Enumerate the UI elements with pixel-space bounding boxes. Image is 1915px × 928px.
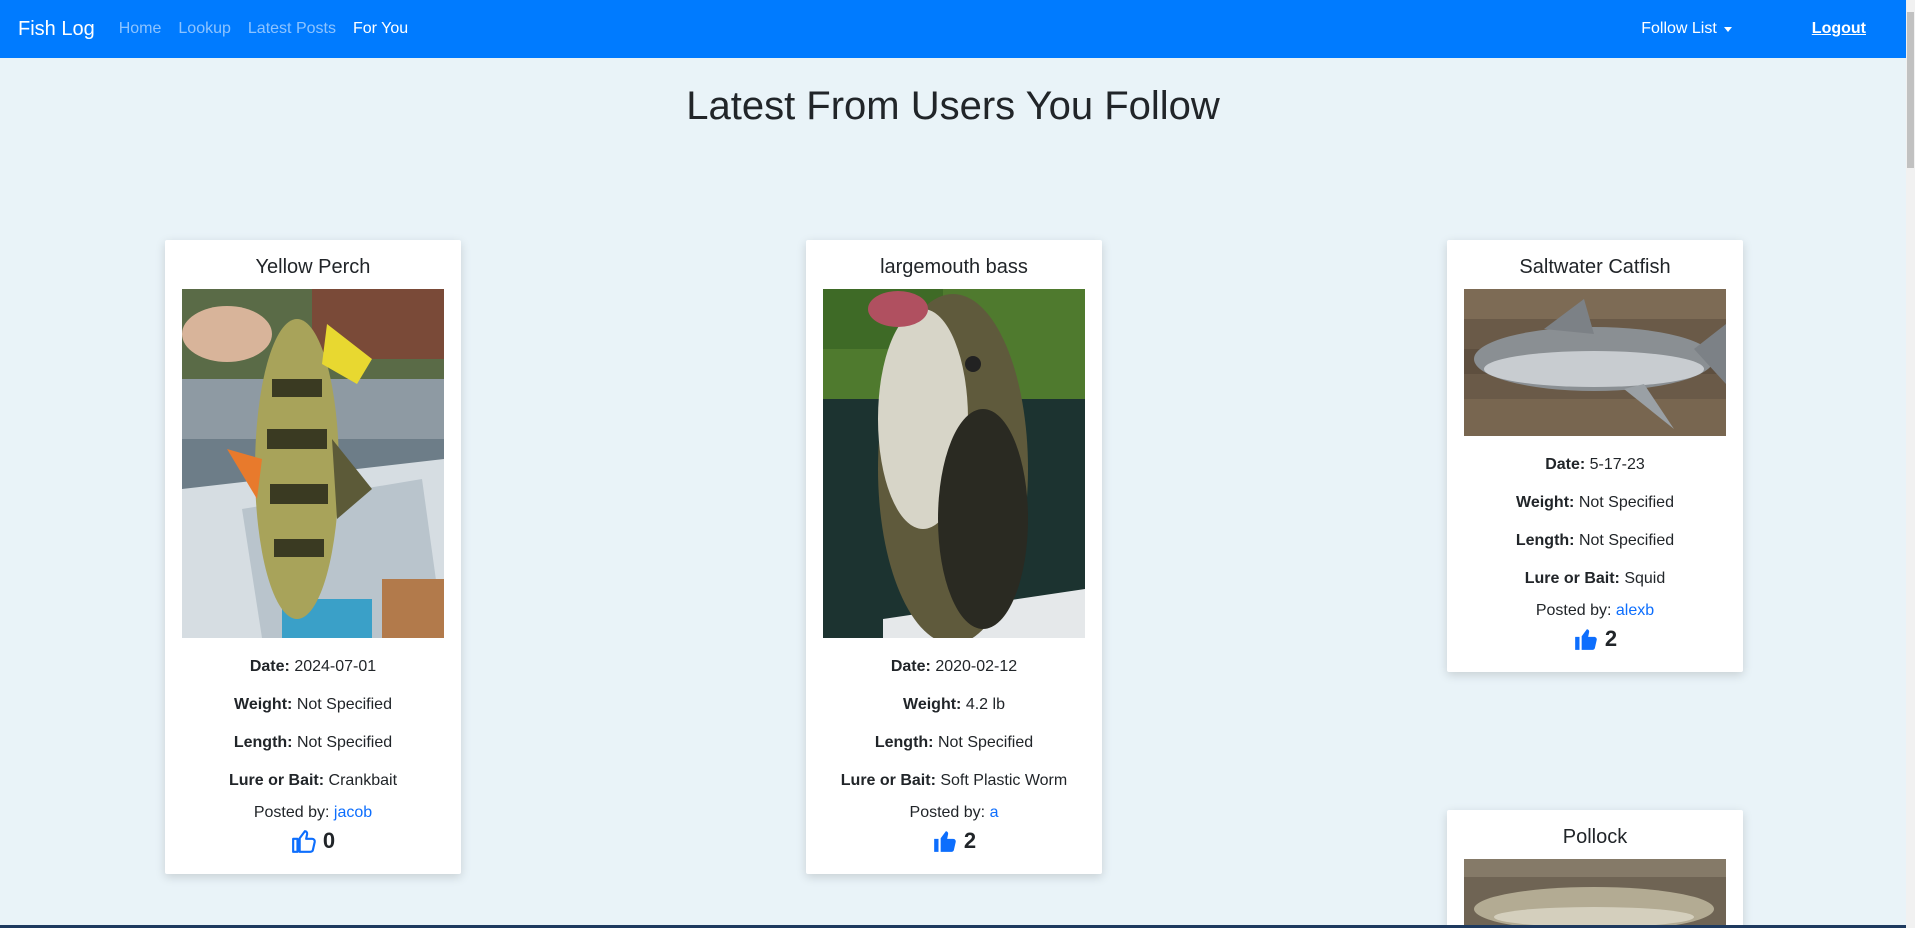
date-field: Date: 2024-07-01: [165, 658, 461, 676]
brand-logo[interactable]: Fish Log: [18, 18, 95, 41]
fish-photo: [823, 289, 1085, 638]
post-card: Saltwater Catfish Date: 5-17-23 Weight: …: [1447, 240, 1743, 672]
card-title: Pollock: [1562, 826, 1628, 848]
like-count: 0: [322, 828, 336, 853]
length-value: Not Specified: [1578, 532, 1675, 549]
weight-field: Weight: 4.2 lb: [806, 696, 1102, 714]
weight-label: Weight:: [234, 696, 293, 713]
nav-right-group: Follow List Logout: [1641, 0, 1906, 58]
card-title: Saltwater Catfish: [1519, 256, 1671, 278]
saltwater-catfish-photo: [1464, 289, 1726, 436]
date-value: 5-17-23: [1589, 456, 1645, 473]
card-title: Yellow Perch: [255, 256, 371, 278]
follow-list-dropdown[interactable]: Follow List: [1641, 20, 1732, 38]
fish-photo: [182, 289, 444, 638]
nav-for-you[interactable]: For You: [353, 20, 408, 38]
posted-by-label: Posted by:: [253, 804, 330, 821]
length-label: Length:: [1515, 532, 1575, 549]
logout-link[interactable]: Logout: [1812, 20, 1866, 38]
weight-value: Not Specified: [1578, 494, 1674, 511]
follow-list-label: Follow List: [1641, 20, 1717, 37]
date-label: Date:: [890, 658, 931, 675]
weight-value: Not Specified: [296, 696, 392, 713]
page-title: Latest From Users You Follow: [686, 84, 1220, 128]
lure-field: Lure or Bait: Soft Plastic Worm: [806, 772, 1102, 790]
length-value: Not Specified: [937, 734, 1034, 751]
yellow-perch-photo: [182, 289, 444, 638]
length-label: Length:: [233, 734, 293, 751]
posted-by-label: Posted by:: [1535, 602, 1612, 619]
user-link[interactable]: jacob: [334, 804, 372, 821]
date-label: Date:: [1545, 456, 1586, 473]
length-field: Length: Not Specified: [806, 734, 1102, 752]
lure-label: Lure or Bait:: [228, 772, 325, 789]
like-row: 0: [165, 828, 461, 874]
date-value: 2024-07-01: [294, 658, 377, 675]
like-row: 2: [806, 828, 1102, 874]
thumbs-up-filled-icon[interactable]: [932, 828, 958, 854]
weight-label: Weight:: [1516, 494, 1575, 511]
thumbs-up-outline-icon[interactable]: [291, 828, 317, 854]
date-value: 2020-02-12: [935, 658, 1018, 675]
nav-home[interactable]: Home: [119, 20, 162, 38]
date-field: Date: 5-17-23: [1447, 456, 1743, 474]
thumbs-up-filled-icon[interactable]: [1573, 626, 1599, 652]
lure-label: Lure or Bait:: [1524, 570, 1620, 587]
weight-label: Weight:: [903, 696, 962, 713]
date-field: Date: 2020-02-12: [806, 658, 1102, 676]
chevron-down-icon: [1723, 26, 1732, 32]
lure-value: Squid: [1624, 570, 1666, 587]
lure-value: Soft Plastic Worm: [940, 772, 1068, 789]
posted-by: Posted by: a: [806, 804, 1102, 822]
user-link[interactable]: alexb: [1616, 602, 1654, 619]
posted-by: Posted by: alexb: [1447, 602, 1743, 620]
length-label: Length:: [874, 734, 934, 751]
nav-lookup[interactable]: Lookup: [178, 20, 231, 38]
weight-field: Weight: Not Specified: [165, 696, 461, 714]
largemouth-bass-photo: [823, 289, 1085, 638]
lure-value: Crankbait: [328, 772, 398, 789]
lure-field: Lure or Bait: Crankbait: [165, 772, 461, 790]
date-label: Date:: [249, 658, 290, 675]
page-scrollbar[interactable]: [1906, 0, 1915, 928]
post-card: Yellow Perch Date: 2024-07-01 Weight: No…: [165, 240, 461, 874]
weight-value: 4.2 lb: [965, 696, 1005, 713]
nav-latest-posts[interactable]: Latest Posts: [248, 20, 336, 38]
length-field: Length: Not Specified: [1447, 532, 1743, 550]
like-row: 2: [1447, 626, 1743, 672]
posted-by-label: Posted by:: [909, 804, 986, 821]
lure-label: Lure or Bait:: [840, 772, 936, 789]
pollock-photo: [1464, 859, 1726, 928]
scrollbar-thumb[interactable]: [1907, 12, 1914, 168]
like-count: 2: [1604, 626, 1618, 651]
fish-photo: [1464, 289, 1726, 436]
lure-field: Lure or Bait: Squid: [1447, 570, 1743, 588]
length-value: Not Specified: [296, 734, 393, 751]
post-card: Pollock: [1447, 810, 1743, 928]
post-card: largemouth bass Date: 2020-02-12 Weight:…: [806, 240, 1102, 874]
length-field: Length: Not Specified: [165, 734, 461, 752]
user-link[interactable]: a: [990, 804, 999, 821]
weight-field: Weight: Not Specified: [1447, 494, 1743, 512]
top-navbar: Fish Log Home Lookup Latest Posts For Yo…: [0, 0, 1906, 58]
posted-by: Posted by: jacob: [165, 804, 461, 822]
fish-photo: [1464, 859, 1726, 928]
like-count: 2: [963, 828, 977, 853]
card-title: largemouth bass: [880, 256, 1028, 278]
